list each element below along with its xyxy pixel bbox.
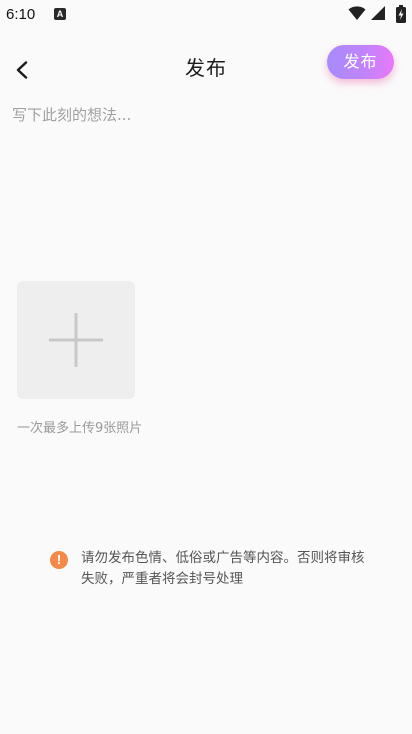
status-time: 6:10 bbox=[6, 6, 36, 23]
battery-icon bbox=[396, 5, 406, 23]
status-bar: 6:10 A bbox=[0, 0, 412, 30]
post-text-input[interactable] bbox=[12, 100, 400, 260]
app-notification-icon: A bbox=[54, 8, 66, 20]
plus-icon bbox=[49, 313, 103, 367]
photo-limit-hint: 一次最多上传9张照片 bbox=[17, 421, 143, 436]
wifi-icon bbox=[348, 6, 366, 20]
add-photo-button[interactable] bbox=[17, 281, 135, 399]
warning-text: 请勿发布色情、低俗或广告等内容。否则将审核失败，严重者将会封号处理 bbox=[81, 550, 365, 587]
nav-bar: 发布 发布 bbox=[0, 40, 412, 92]
warning-icon: ! bbox=[50, 551, 68, 569]
signal-icon bbox=[371, 6, 385, 20]
publish-button[interactable]: 发布 bbox=[327, 45, 394, 79]
